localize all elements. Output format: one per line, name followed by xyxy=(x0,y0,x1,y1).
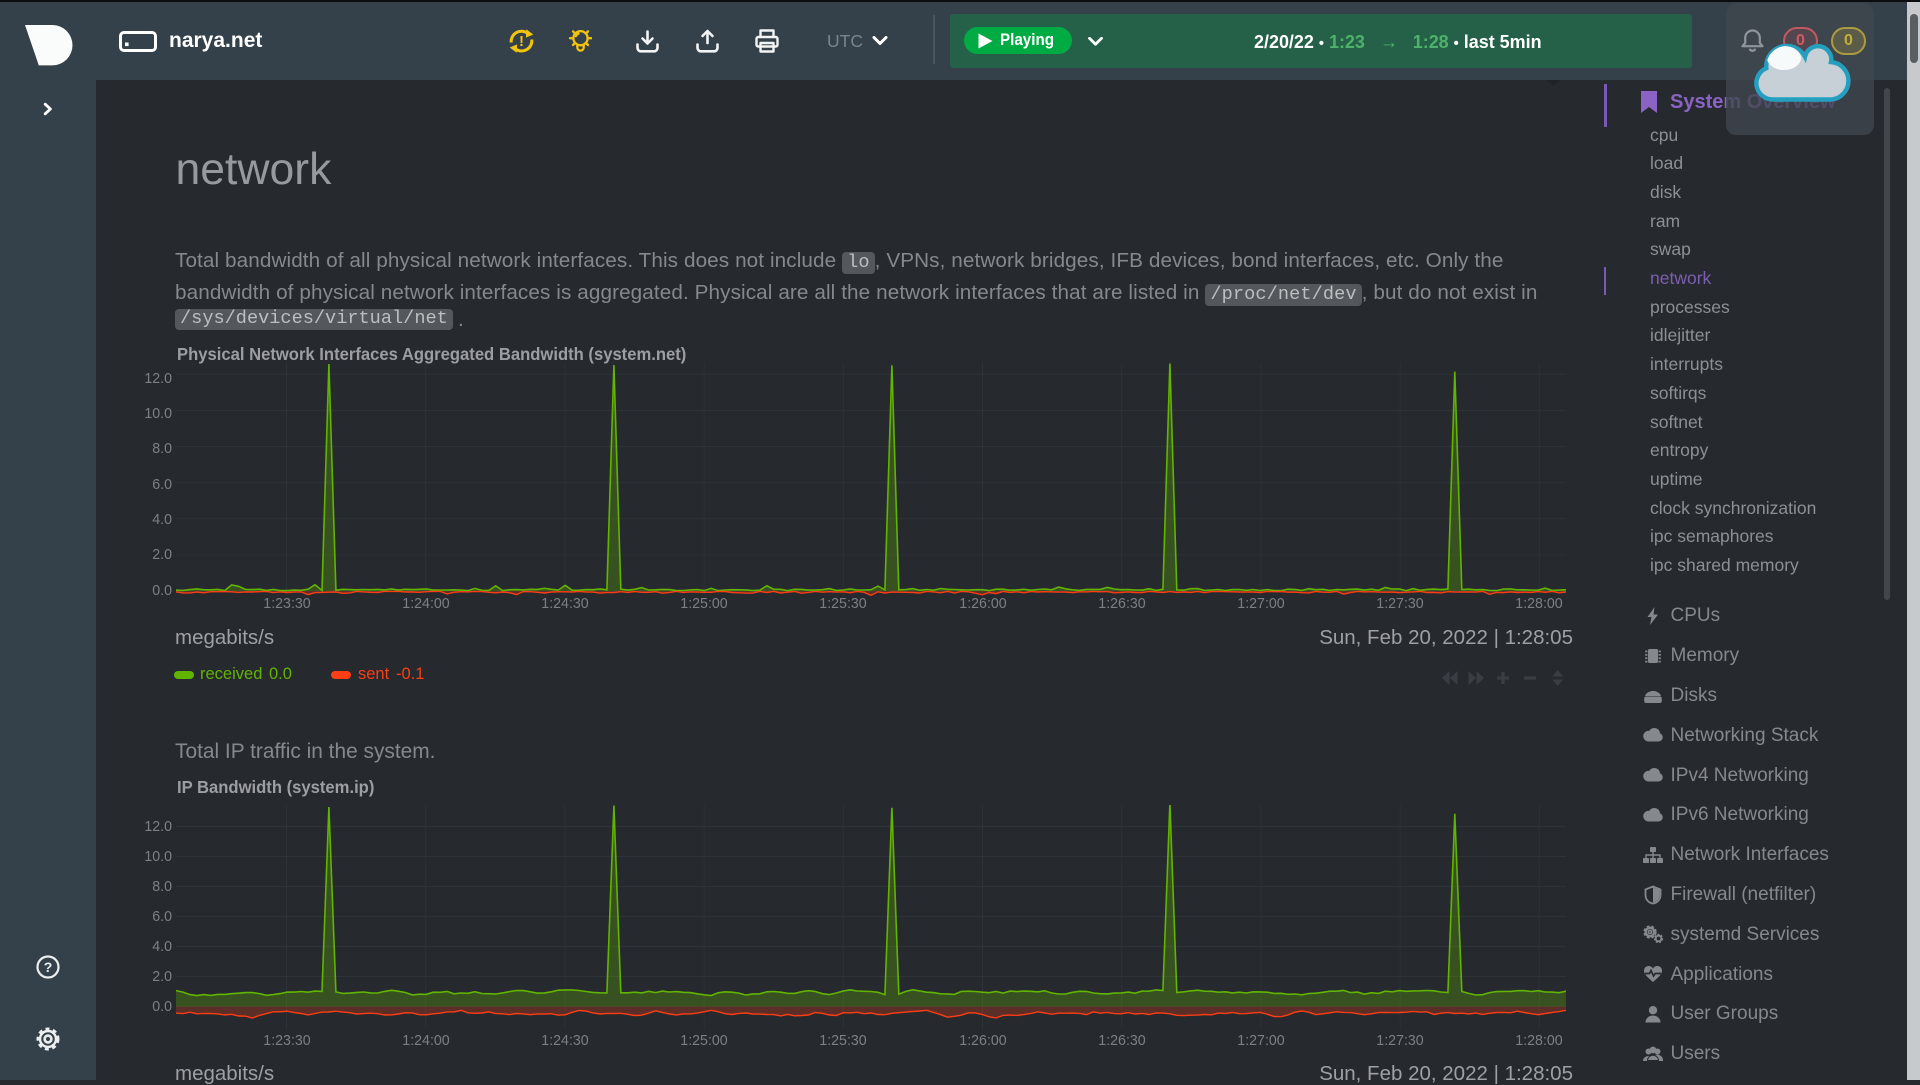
svg-text:!: ! xyxy=(519,33,524,50)
